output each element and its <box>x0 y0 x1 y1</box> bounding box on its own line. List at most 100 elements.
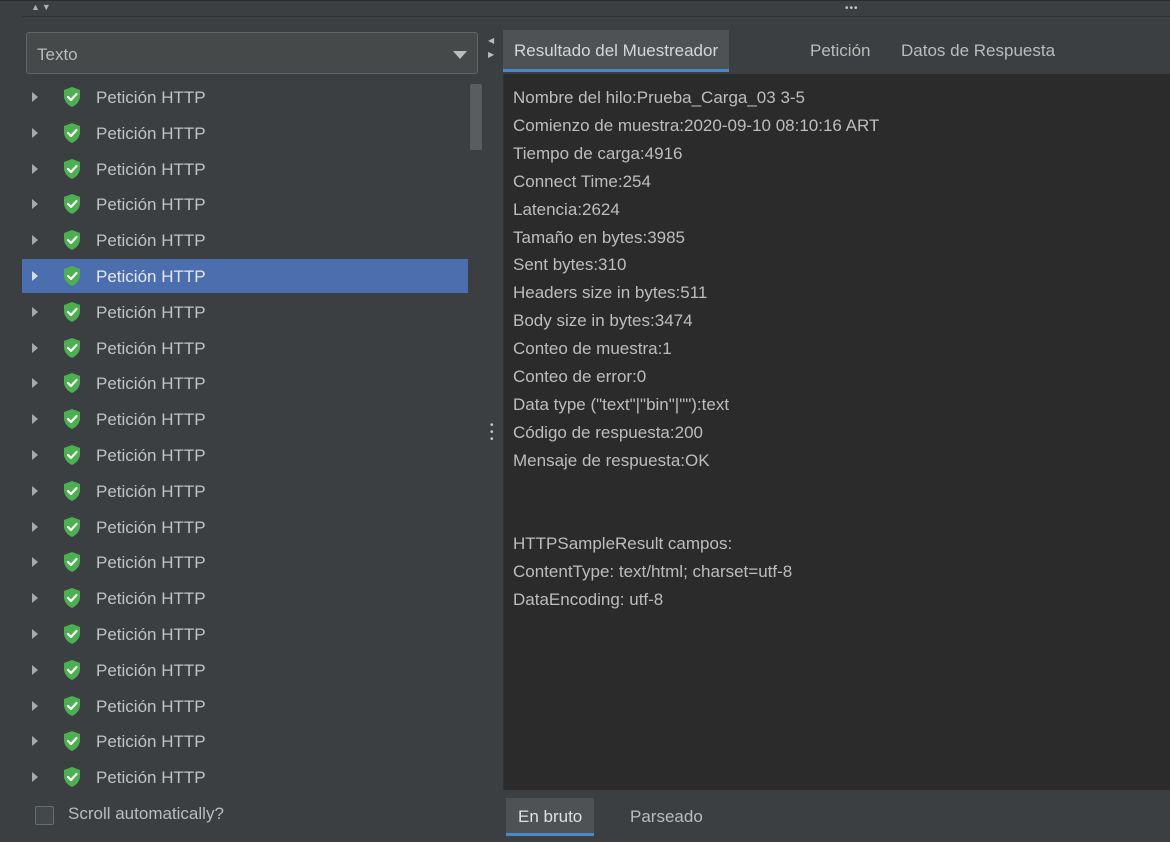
shield-check-icon <box>62 659 82 681</box>
tree-item-label: Petición HTTP <box>96 124 206 143</box>
top-toolbar: ▲▼ ••• <box>0 0 1170 28</box>
expand-arrow-icon[interactable] <box>32 629 38 639</box>
expand-arrow-icon[interactable] <box>32 450 38 460</box>
expand-arrow-icon[interactable] <box>32 235 38 245</box>
tree-item[interactable]: Petición HTTP <box>22 510 468 544</box>
expand-arrow-icon[interactable] <box>32 701 38 711</box>
tab-peticion[interactable]: Petición <box>799 30 881 72</box>
sampler-result-line: Comienzo de muestra:2020-09-10 08:10:16 … <box>513 116 880 135</box>
shield-check-icon <box>62 193 82 215</box>
shield-check-icon <box>62 766 82 788</box>
sampler-result-line: Data type ("text"|"bin"|""):text <box>513 395 730 414</box>
renderer-select[interactable]: Texto <box>26 32 478 74</box>
shield-check-icon <box>62 158 82 180</box>
expand-arrow-icon[interactable] <box>32 665 38 675</box>
tree-item-label: Petición HTTP <box>96 625 206 644</box>
tree-item[interactable]: Petición HTTP <box>22 617 468 651</box>
tree-item[interactable]: Petición HTTP <box>22 438 468 472</box>
expand-arrow-icon[interactable] <box>32 164 38 174</box>
tree-item-label: Petición HTTP <box>96 303 206 322</box>
tree-item[interactable]: Petición HTTP <box>22 474 468 508</box>
expand-arrow-icon[interactable] <box>32 92 38 102</box>
collapse-expand-arrows-icon[interactable]: ▲▼ <box>31 2 53 12</box>
sampler-result-line: Latencia:2624 <box>513 200 620 219</box>
tree-item[interactable]: Petición HTTP <box>22 689 468 723</box>
sampler-result-line: ContentType: text/html; charset=utf-8 <box>513 562 793 581</box>
sampler-result-line: Código de respuesta:200 <box>513 423 703 442</box>
expand-arrow-icon[interactable] <box>32 128 38 138</box>
tree-item-label: Petición HTTP <box>96 339 206 358</box>
splitter-arrows-icon[interactable]: ◀ ▶ <box>488 34 494 62</box>
expand-arrow-icon[interactable] <box>32 557 38 567</box>
scroll-automatically-label[interactable]: Scroll automatically? <box>68 804 224 824</box>
tree-item[interactable]: Petición HTTP <box>22 581 468 615</box>
tab-resultado-del-muestreador[interactable]: Resultado del Muestreador <box>503 30 730 72</box>
shield-check-icon <box>62 623 82 645</box>
tree-item[interactable]: Petición HTTP <box>22 402 468 436</box>
tree-item[interactable]: Petición HTTP <box>22 724 468 758</box>
expand-arrow-icon[interactable] <box>32 593 38 603</box>
results-tree[interactable]: Petición HTTP Petición HTTP Petición HTTP P… <box>22 80 470 790</box>
shield-check-icon <box>62 695 82 717</box>
drag-handle-icon[interactable]: ••• <box>845 4 859 14</box>
sampler-result-line: Sent bytes:310 <box>513 255 627 274</box>
sampler-result-line: Headers size in bytes:511 <box>513 283 708 302</box>
tree-item-label: Petición HTTP <box>96 446 206 465</box>
expand-arrow-icon[interactable] <box>32 199 38 209</box>
expand-arrow-icon[interactable] <box>32 772 38 782</box>
shield-check-icon <box>62 229 82 251</box>
scroll-automatically-checkbox[interactable] <box>35 806 54 825</box>
tree-item[interactable]: Petición HTTP <box>22 760 468 790</box>
renderer-select-value: Texto <box>37 45 78 64</box>
tree-item-label: Petición HTTP <box>96 195 206 214</box>
tree-item[interactable]: Petición HTTP <box>22 80 468 114</box>
tree-item-label: Petición HTTP <box>96 160 206 179</box>
tree-item[interactable]: Petición HTTP <box>22 187 468 221</box>
tree-item[interactable]: Petición HTTP <box>22 366 468 400</box>
shield-check-icon <box>62 408 82 430</box>
shield-check-icon <box>62 587 82 609</box>
sampler-result-line: Tamaño en bytes:3985 <box>513 228 686 247</box>
shield-check-icon <box>62 86 82 108</box>
sampler-result-line: Conteo de muestra:1 <box>513 339 672 358</box>
tree-item[interactable]: Petición HTTP <box>22 116 468 150</box>
tree-item-label: Petición HTTP <box>96 267 206 286</box>
tree-item-label: Petición HTTP <box>96 482 206 501</box>
tree-item[interactable]: Petición HTTP <box>22 295 468 329</box>
tree-item[interactable]: Petición HTTP <box>22 331 468 365</box>
expand-arrow-icon[interactable] <box>32 414 38 424</box>
shield-check-icon <box>62 444 82 466</box>
expand-arrow-icon[interactable] <box>32 378 38 388</box>
sampler-result-text[interactable]: Nombre del hilo:Prueba_Carga_03 3-5 Comie… <box>503 74 1170 790</box>
expand-arrow-icon[interactable] <box>32 522 38 532</box>
tree-scrollbar-thumb[interactable] <box>470 84 482 150</box>
tree-item[interactable]: Petición HTTP <box>22 653 468 687</box>
tab-parseado[interactable]: Parseado <box>618 798 715 836</box>
shield-check-icon <box>62 122 82 144</box>
tree-item[interactable]: Petición HTTP <box>22 259 468 293</box>
view-mode-tabs: En bruto Parseado <box>503 792 1170 842</box>
tree-item-label: Petición HTTP <box>96 518 206 537</box>
tree-item[interactable]: Petición HTTP <box>22 223 468 257</box>
splitter-grip-icon[interactable]: • • • <box>490 421 494 445</box>
result-tabs: Resultado del Muestreador Petición Datos… <box>503 30 1170 72</box>
tree-item-label: Petición HTTP <box>96 768 206 787</box>
chevron-down-icon[interactable] <box>453 51 467 59</box>
shield-check-icon <box>62 480 82 502</box>
expand-arrow-icon[interactable] <box>32 271 38 281</box>
tree-item[interactable]: Petición HTTP <box>22 152 468 186</box>
expand-arrow-icon[interactable] <box>32 343 38 353</box>
sampler-result-line: Body size in bytes:3474 <box>513 311 693 330</box>
expand-arrow-icon[interactable] <box>32 736 38 746</box>
tree-item[interactable]: Petición HTTP <box>22 545 468 579</box>
sampler-result-line: HTTPSampleResult campos: <box>513 534 733 553</box>
shield-check-icon <box>62 551 82 573</box>
tree-item-label: Petición HTTP <box>96 374 206 393</box>
expand-arrow-icon[interactable] <box>32 486 38 496</box>
tree-item-label: Petición HTTP <box>96 661 206 680</box>
tab-datos-de-respuesta[interactable]: Datos de Respuesta <box>890 30 1066 72</box>
expand-arrow-icon[interactable] <box>32 307 38 317</box>
tree-scrollbar-track[interactable] <box>470 80 482 790</box>
top-border <box>0 0 1170 1</box>
tab-en-bruto[interactable]: En bruto <box>506 798 595 836</box>
